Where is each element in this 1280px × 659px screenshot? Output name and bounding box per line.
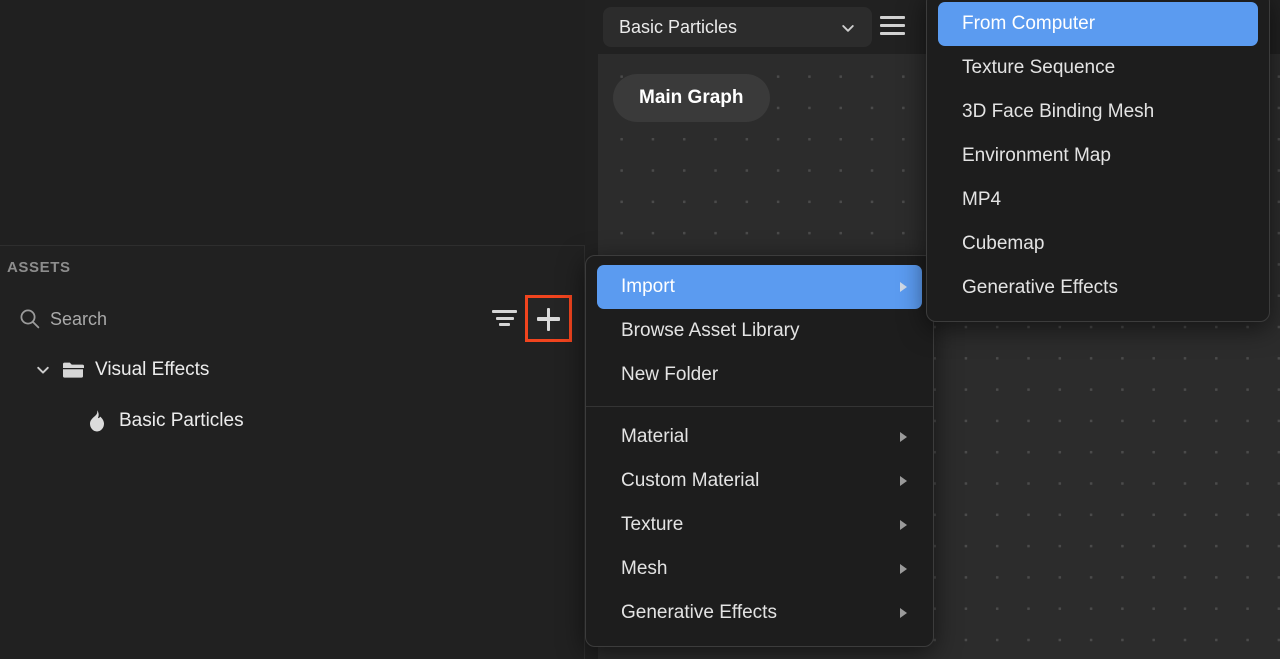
submenu-item-label: Environment Map xyxy=(962,145,1111,166)
chevron-right-icon xyxy=(900,564,907,574)
menu-item-label: Mesh xyxy=(621,558,668,579)
menu-separator xyxy=(586,406,933,407)
submenu-item-generative-effects[interactable]: Generative Effects xyxy=(927,266,1269,310)
assets-panel-title: ASSETS xyxy=(7,259,71,276)
asset-selector-dropdown[interactable]: Basic Particles xyxy=(603,7,872,47)
chevron-right-icon xyxy=(900,432,907,442)
menu-item-label: Material xyxy=(621,426,689,447)
menu-item-import[interactable]: Import xyxy=(597,265,922,309)
menu-item-label: New Folder xyxy=(621,364,719,385)
search-icon xyxy=(19,308,40,329)
submenu-item-cubemap[interactable]: Cubemap xyxy=(927,222,1269,266)
menu-item-browse-asset-library[interactable]: Browse Asset Library xyxy=(586,309,933,353)
menu-item-label: Browse Asset Library xyxy=(621,320,800,341)
asset-tree: Visual Effects Basic Particles xyxy=(0,344,585,446)
submenu-item-label: Texture Sequence xyxy=(962,57,1116,78)
import-submenu: From Computer Texture Sequence 3D Face B… xyxy=(926,0,1270,322)
menu-item-custom-material[interactable]: Custom Material xyxy=(586,459,933,503)
folder-icon xyxy=(62,361,84,379)
app-root: ASSETS Search Visual Effects Basic Parti… xyxy=(0,0,1280,659)
menu-item-mesh[interactable]: Mesh xyxy=(586,547,933,591)
search-input[interactable] xyxy=(50,303,470,335)
menu-item-new-folder[interactable]: New Folder xyxy=(586,353,933,397)
submenu-item-environment-map[interactable]: Environment Map xyxy=(927,134,1269,178)
menu-item-label: Generative Effects xyxy=(621,602,777,623)
submenu-item-3d-face-binding-mesh[interactable]: 3D Face Binding Mesh xyxy=(927,90,1269,134)
menu-item-label: Import xyxy=(621,276,675,297)
assets-search-row xyxy=(0,299,585,341)
submenu-item-mp4[interactable]: MP4 xyxy=(927,178,1269,222)
filter-icon[interactable] xyxy=(492,310,517,328)
graph-node-label: Main Graph xyxy=(639,87,744,108)
menu-item-label: Texture xyxy=(621,514,684,535)
tree-item-label: Visual Effects xyxy=(95,358,210,380)
assets-panel: ASSETS Search Visual Effects Basic Parti… xyxy=(0,246,585,659)
submenu-item-label: Cubemap xyxy=(962,233,1045,254)
upper-left-pane xyxy=(0,0,585,246)
tree-item-label: Basic Particles xyxy=(119,409,244,431)
submenu-item-from-computer[interactable]: From Computer xyxy=(938,2,1258,46)
chevron-down-icon xyxy=(841,21,855,35)
menu-item-label: Custom Material xyxy=(621,470,760,491)
chevron-right-icon xyxy=(900,476,907,486)
graph-node-main-graph[interactable]: Main Graph xyxy=(613,74,770,122)
submenu-item-label: MP4 xyxy=(962,189,1002,210)
tree-item-basic-particles[interactable]: Basic Particles xyxy=(0,395,585,446)
submenu-item-label: Generative Effects xyxy=(962,277,1118,298)
hamburger-menu-icon[interactable] xyxy=(880,16,905,35)
add-asset-button[interactable] xyxy=(525,295,572,342)
submenu-item-label: From Computer xyxy=(962,13,1096,34)
flame-icon xyxy=(86,409,108,433)
chevron-right-icon xyxy=(900,608,907,618)
menu-item-material[interactable]: Material xyxy=(586,415,933,459)
asset-selector-value: Basic Particles xyxy=(619,16,738,37)
plus-icon-vertical xyxy=(546,307,550,331)
tree-item-visual-effects[interactable]: Visual Effects xyxy=(0,344,585,395)
menu-item-generative-effects[interactable]: Generative Effects xyxy=(586,591,933,635)
menu-item-texture[interactable]: Texture xyxy=(586,503,933,547)
submenu-item-label: 3D Face Binding Mesh xyxy=(962,101,1155,122)
asset-context-menu: Import Browse Asset Library New Folder M… xyxy=(585,255,934,647)
chevron-down-icon[interactable] xyxy=(34,361,52,379)
chevron-right-icon xyxy=(900,520,907,530)
submenu-item-texture-sequence[interactable]: Texture Sequence xyxy=(927,46,1269,90)
chevron-right-icon xyxy=(900,282,907,292)
